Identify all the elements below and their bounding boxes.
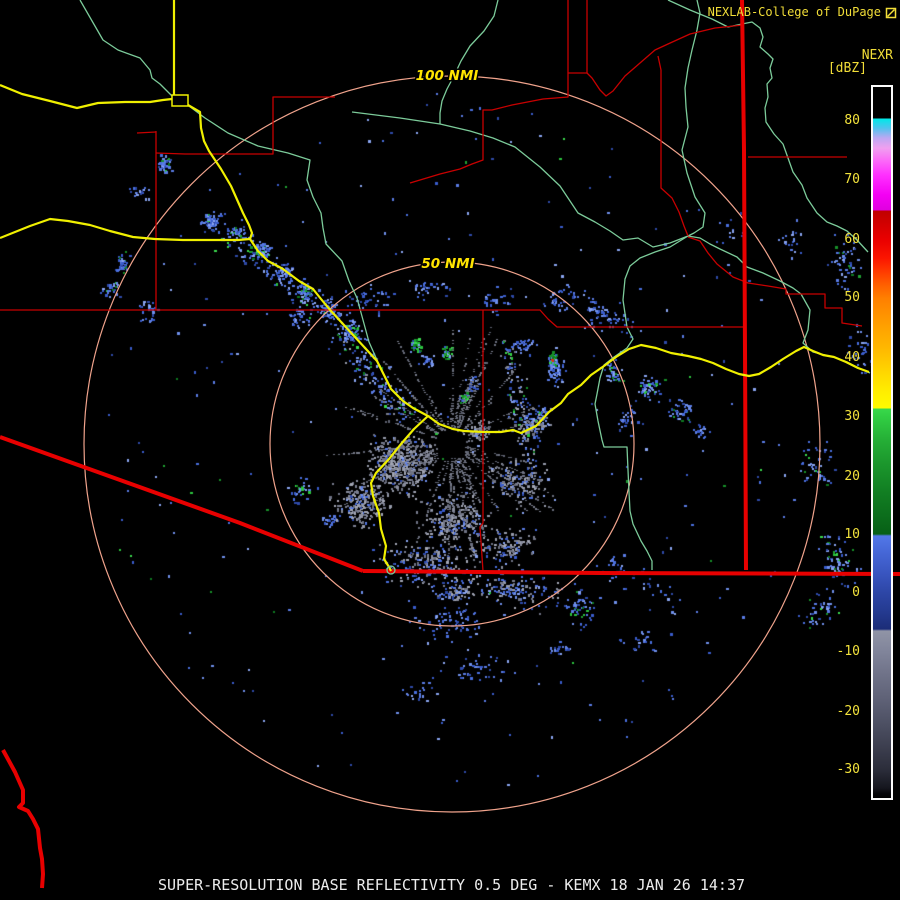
map-line (439, 0, 499, 124)
colorbar-units: [dBZ] (827, 61, 867, 76)
colorbar-tick--20: -20 (836, 704, 860, 719)
state-borders (0, 0, 900, 889)
reflectivity-colorbar (871, 85, 893, 800)
colorbar-tick--10: -10 (836, 644, 860, 659)
map-line (409, 73, 569, 184)
colorbar-tick-80: 80 (844, 113, 860, 128)
rivers (79, 0, 871, 570)
range-rings (83, 75, 821, 813)
map-line (586, 24, 744, 97)
radar-display: 100 NMI 50 NMI NEXLAB-College of DuPage N… (0, 0, 900, 900)
map-line (0, 435, 364, 573)
city-marker (171, 94, 396, 575)
map-line (479, 310, 484, 572)
ring-labels: 100 NMI 50 NMI (414, 67, 480, 274)
map-line (687, 236, 863, 327)
colorbar-tick-70: 70 (844, 172, 860, 187)
city-box (171, 94, 189, 107)
product-caption: SUPER-RESOLUTION BASE REFLECTIVITY 0.5 D… (158, 876, 745, 894)
map-overlay: 100 NMI 50 NMI (0, 0, 900, 889)
colorbar-tick-60: 60 (844, 232, 860, 247)
ring-label: 50 NMI (421, 256, 474, 272)
map-line (188, 105, 378, 361)
map-line (568, 0, 588, 74)
map-line (369, 415, 429, 572)
credit-label: NEXLAB-College of DuPage (707, 5, 881, 19)
map-line (362, 569, 900, 576)
credit-text: NEXLAB-College of DuPage (708, 6, 897, 19)
map-line (0, 217, 251, 242)
map-line (79, 0, 173, 97)
range-ring (83, 75, 821, 813)
map-line (351, 111, 689, 248)
colorbar-tick--30: -30 (836, 762, 860, 777)
map-line (594, 235, 689, 570)
cod-logo-icon (885, 7, 897, 18)
colorbar-tick-0: 0 (852, 585, 860, 600)
colorbar-tick-50: 50 (844, 290, 860, 305)
colorbar-tick-20: 20 (844, 469, 860, 484)
map-line (0, 83, 173, 110)
colorbar-tick-30: 30 (844, 409, 860, 424)
map-line (136, 131, 157, 134)
ring-label: 100 NMI (416, 68, 479, 84)
colorbar-tick-10: 10 (844, 527, 860, 542)
map-line (740, 0, 748, 571)
map-line (0, 309, 745, 328)
colorbar-tick-40: 40 (844, 350, 860, 365)
map-line (1, 749, 45, 889)
